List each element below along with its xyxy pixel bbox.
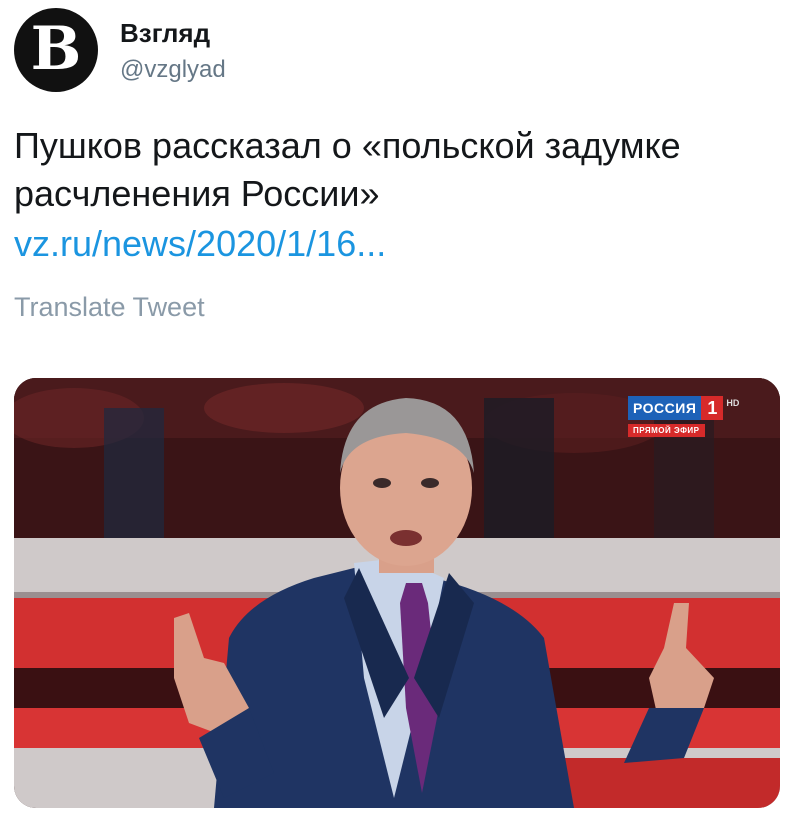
channel-name: РОССИЯ [628, 396, 702, 420]
channel-logo: РОССИЯ 1 HD ПРЯМОЙ ЭФИР [628, 396, 740, 438]
user-handle[interactable]: @vzglyad [120, 56, 226, 84]
avatar[interactable]: B [14, 8, 98, 92]
translate-tweet-button[interactable]: Translate Tweet [14, 292, 205, 323]
tweet-card[interactable]: B Взгляд @vzglyad Пушков рассказал о «по… [0, 0, 800, 821]
channel-number: 1 [701, 396, 724, 420]
tweet-media-image[interactable]: РОССИЯ 1 HD ПРЯМОЙ ЭФИР [14, 378, 780, 808]
display-name[interactable]: Взгляд [120, 18, 210, 49]
channel-hd: HD [726, 398, 740, 408]
live-label: ПРЯМОЙ ЭФИР [628, 424, 705, 437]
tv-broadcast-image [14, 378, 780, 808]
vzglyad-logo-icon: B [30, 14, 82, 84]
tweet-text: Пушков рассказал о «польской задумке рас… [14, 125, 681, 214]
tweet-link[interactable]: vz.ru/news/2020/1/16... [14, 220, 386, 268]
